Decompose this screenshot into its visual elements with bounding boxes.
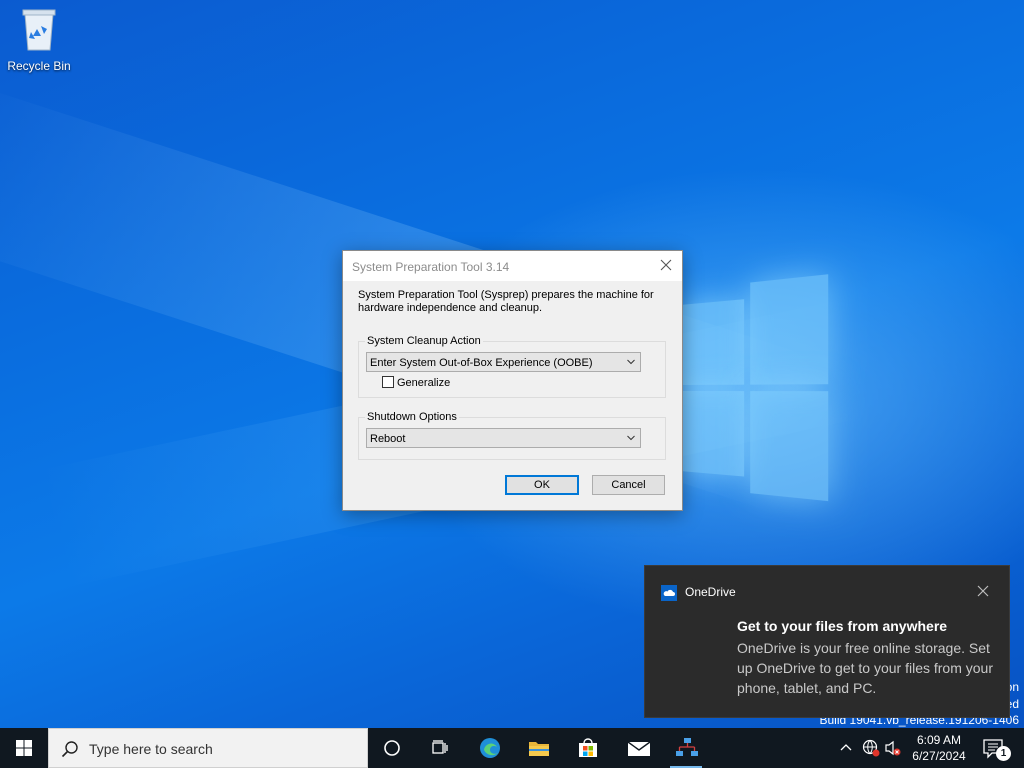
cleanup-action-select[interactable]: Enter System Out-of-Box Experience (OOBE… [366,352,641,372]
notification-app-name: OneDrive [685,585,736,599]
store-button[interactable] [564,728,612,768]
network-app-button[interactable] [662,728,710,768]
task-view-button[interactable] [416,728,464,768]
cancel-button[interactable]: Cancel [592,475,665,495]
network-app-icon [676,738,698,756]
file-explorer-icon [529,742,549,756]
recycle-bin-shortcut[interactable]: Recycle Bin [6,6,72,73]
chevron-up-icon[interactable] [840,742,852,752]
taskbar-search-box[interactable]: Type here to search [48,728,368,768]
notification-headline: Get to your files from anywhere [737,618,948,634]
onedrive-icon [661,585,677,601]
recycle-bin-icon [22,9,56,51]
file-explorer-button[interactable] [515,728,563,768]
onedrive-notification[interactable]: OneDrive Get to your files from anywhere… [644,565,1010,718]
search-placeholder: Type here to search [89,741,213,757]
dialog-titlebar[interactable]: System Preparation Tool 3.14 [343,251,682,281]
shutdown-options-group: Shutdown Options Reboot [358,411,666,460]
recycle-bin-label: Recycle Bin [7,59,71,73]
edge-icon [480,738,500,758]
cortana-button[interactable] [368,728,416,768]
edge-button[interactable] [466,728,514,768]
sysprep-dialog: System Preparation Tool 3.14 System Prep… [342,250,683,511]
shutdown-options-value: Reboot [370,433,406,445]
cleanup-action-group: System Cleanup Action Enter System Out-o… [358,335,666,398]
mail-button[interactable] [614,728,662,768]
start-button[interactable] [0,728,48,768]
dialog-description: System Preparation Tool (Sysprep) prepar… [358,289,654,314]
chevron-down-icon [627,435,635,441]
network-globe-icon[interactable] [862,739,880,757]
shutdown-options-label: Shutdown Options [365,411,459,423]
windows-wallpaper-logo [680,274,829,506]
dialog-title: System Preparation Tool 3.14 [352,260,510,274]
notification-count-badge: 1 [996,746,1011,761]
search-icon [61,741,78,758]
close-icon[interactable] [658,257,674,273]
task-view-icon [432,740,448,754]
windows-start-icon [16,740,32,756]
generalize-label[interactable]: Generalize [397,377,450,389]
notification-body: OneDrive is your free online storage. Se… [737,640,993,696]
system-tray [838,728,901,768]
generalize-checkbox[interactable] [382,376,394,388]
taskbar-clock[interactable]: 6:09 AM 6/27/2024 [898,732,980,764]
action-center-button[interactable]: 1 [976,728,1024,768]
chevron-down-icon [627,359,635,365]
clock-time: 6:09 AM [916,733,962,747]
cleanup-action-label: System Cleanup Action [365,335,483,347]
close-icon[interactable] [977,585,989,597]
ok-button[interactable]: OK [505,475,579,495]
taskbar: Type here to search 6:09 AM 6/27/2024 1 [0,728,1024,768]
mail-icon [627,741,651,756]
cortana-icon [384,740,400,756]
store-icon [579,738,597,757]
clock-date: 6/27/2024 [912,749,966,763]
shutdown-options-select[interactable]: Reboot [366,428,641,448]
cleanup-action-value: Enter System Out-of-Box Experience (OOBE… [370,357,593,369]
